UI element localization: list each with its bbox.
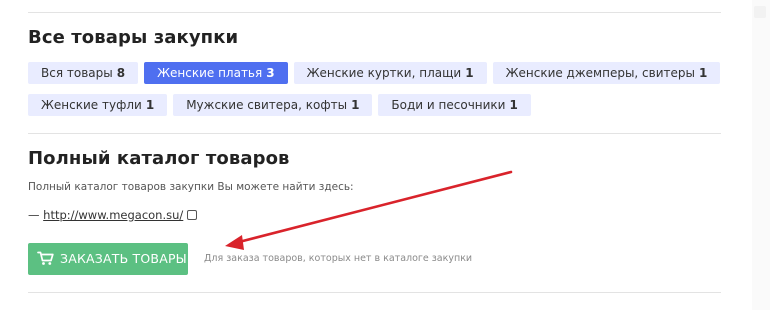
tag-count: 3 xyxy=(266,66,275,80)
section-title-all-products: Все товары закупки xyxy=(28,27,239,48)
tag-label: Женские куртки, плащи xyxy=(306,66,462,80)
tag-womens-shoes[interactable]: Женские туфли 1 xyxy=(28,94,168,116)
tag-count: 1 xyxy=(509,98,518,112)
middle-divider xyxy=(28,133,721,134)
link-prefix: — xyxy=(28,208,44,222)
tag-womens-jumpers[interactable]: Женские джемперы, свитеры 1 xyxy=(492,62,721,84)
catalog-description: Полный каталог товаров закупки Вы можете… xyxy=(28,181,354,193)
tag-mens-sweaters[interactable]: Мужские свитера, кофты 1 xyxy=(173,94,373,116)
tag-womens-dresses[interactable]: Женские платья 3 xyxy=(144,62,288,84)
tag-label: Боди и песочники xyxy=(391,98,506,112)
bottom-divider xyxy=(28,292,721,293)
tag-bodysuits[interactable]: Боди и песочники 1 xyxy=(378,94,531,116)
tag-row-1: Вся товары 8 Женские платья 3 Женские курт… xyxy=(28,62,721,84)
order-products-button[interactable]: ЗАКАЗАТЬ ТОВАРЫ xyxy=(28,243,188,275)
top-divider xyxy=(28,12,721,13)
tag-label: Вся товары xyxy=(41,66,113,80)
tag-row-2: Женские туфли 1 Мужские свитера, кофты 1 Б… xyxy=(28,94,721,116)
order-button-label: ЗАКАЗАТЬ ТОВАРЫ xyxy=(60,251,187,266)
tag-womens-jackets[interactable]: Женские куртки, плащи 1 xyxy=(293,62,487,84)
tag-count: 1 xyxy=(145,98,155,112)
main-content: Все товары закупки Вся товары 8 Женские п… xyxy=(28,0,721,310)
tag-count: 1 xyxy=(465,66,474,80)
scrollbar-thumb[interactable] xyxy=(754,6,766,18)
cart-icon xyxy=(37,251,54,265)
tag-label: Женские туфли xyxy=(41,98,142,112)
tag-count: 8 xyxy=(116,66,126,80)
tag-label: Женские платья xyxy=(157,66,263,80)
tag-count: 1 xyxy=(351,98,360,112)
order-button-note: Для заказа товаров, которых нет в катало… xyxy=(204,253,473,264)
external-link-icon[interactable] xyxy=(187,209,198,220)
catalog-link-line: — http://www.megacon.su/ xyxy=(28,208,198,222)
category-tags: Вся товары 8 Женские платья 3 Женские курт… xyxy=(28,62,721,126)
tag-all-products[interactable]: Вся товары 8 xyxy=(28,62,139,84)
tag-label: Женские джемперы, свитеры xyxy=(505,66,695,80)
section-title-full-catalog: Полный каталог товаров xyxy=(28,148,290,169)
catalog-link[interactable]: http://www.megacon.su/ xyxy=(43,208,183,222)
tag-count: 1 xyxy=(698,66,708,80)
tag-label: Мужские свитера, кофты xyxy=(186,98,348,112)
scrollbar-track[interactable] xyxy=(752,0,770,310)
